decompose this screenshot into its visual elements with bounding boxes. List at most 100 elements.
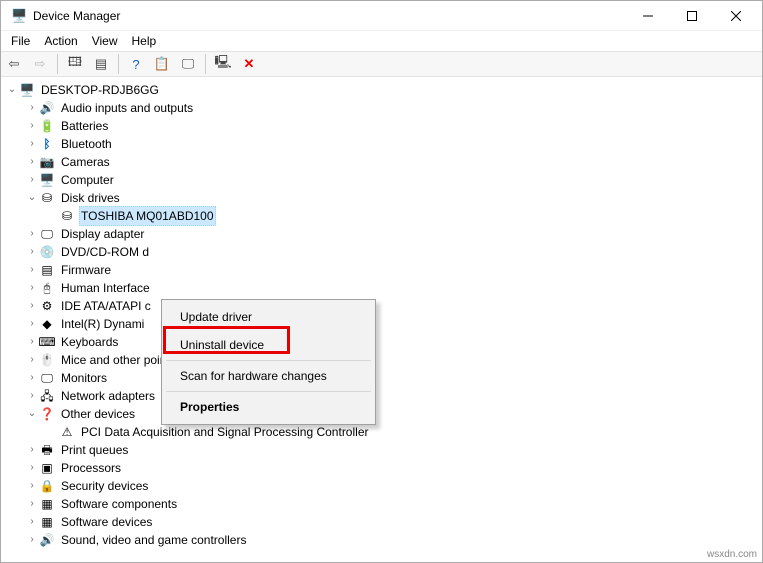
category-label: DVD/CD-ROM d: [59, 243, 151, 261]
expander-icon[interactable]: ›: [25, 351, 39, 369]
properties-button[interactable]: ▤: [90, 53, 112, 75]
context-uninstall-device[interactable]: Uninstall device: [164, 331, 373, 359]
category-icon: ᛒ: [39, 136, 55, 152]
tree-category[interactable]: › ⌨ Keyboards: [25, 333, 762, 351]
tree-device[interactable]: · ⛁ TOSHIBA MQ01ABD100: [45, 207, 762, 225]
category-label: Computer: [59, 171, 116, 189]
expander-icon[interactable]: ›: [25, 513, 39, 531]
tree-category[interactable]: › 🔊 Audio inputs and outputs: [25, 99, 762, 117]
category-label: Keyboards: [59, 333, 120, 351]
expander-icon[interactable]: ›: [25, 153, 39, 171]
expander-icon[interactable]: ›: [25, 171, 39, 189]
expander-icon[interactable]: ›: [25, 297, 39, 315]
minimize-button[interactable]: [626, 1, 670, 31]
category-label: Monitors: [59, 369, 109, 387]
computer-add-icon: 🖳: [214, 53, 231, 75]
tree-category[interactable]: › ▦ Software components: [25, 495, 762, 513]
expander-icon[interactable]: ›: [25, 495, 39, 513]
maximize-button[interactable]: [670, 1, 714, 31]
tree-category[interactable]: › ⚙ IDE ATA/ATAPI c: [25, 297, 762, 315]
computer-icon: 🖥️: [19, 82, 35, 98]
toolbar-separator: [205, 54, 206, 74]
close-button[interactable]: [714, 1, 758, 31]
context-properties[interactable]: Properties: [164, 393, 373, 421]
expander-icon[interactable]: ›: [25, 243, 39, 261]
tree-category[interactable]: › 🖰 Human Interface: [25, 279, 762, 297]
tree-category[interactable]: › 💿 DVD/CD-ROM d: [25, 243, 762, 261]
expander-icon[interactable]: ⌄: [25, 405, 39, 423]
window-title: Device Manager: [33, 9, 626, 23]
expander-icon[interactable]: ›: [25, 225, 39, 243]
show-hidden-button[interactable]: 🖽: [64, 53, 86, 75]
tree-category[interactable]: ⌄ ⛁ Disk drives: [25, 189, 762, 207]
back-button[interactable]: ⇦: [3, 53, 25, 75]
expander-icon[interactable]: ›: [25, 279, 39, 297]
expander-icon[interactable]: ⌄: [5, 81, 19, 99]
expander-icon[interactable]: ›: [25, 315, 39, 333]
tree-category[interactable]: › 🔒 Security devices: [25, 477, 762, 495]
app-icon: 🖥️: [11, 8, 27, 24]
scan-button[interactable]: 🖵: [177, 53, 199, 75]
action-button[interactable]: 📋: [151, 53, 173, 75]
category-label: Software components: [59, 495, 179, 513]
menu-action[interactable]: Action: [38, 32, 83, 50]
expander-icon[interactable]: ›: [25, 99, 39, 117]
tree-category[interactable]: › 🖱️ Mice and other pointing devices: [25, 351, 762, 369]
expander-icon[interactable]: ›: [25, 135, 39, 153]
expander-icon[interactable]: ›: [25, 369, 39, 387]
help-button[interactable]: ?: [125, 53, 147, 75]
tree-category[interactable]: › 🖧 Network adapters: [25, 387, 762, 405]
menu-view[interactable]: View: [86, 32, 124, 50]
tree-category[interactable]: › 🖵 Monitors: [25, 369, 762, 387]
context-scan-hardware[interactable]: Scan for hardware changes: [164, 362, 373, 390]
tree-category[interactable]: ⌄ ❓ Other devices: [25, 405, 762, 423]
toolbar-separator: [118, 54, 119, 74]
category-label: Sound, video and game controllers: [59, 531, 248, 549]
delete-button[interactable]: ✕: [238, 53, 260, 75]
tree-category[interactable]: › ᛒ Bluetooth: [25, 135, 762, 153]
tree-category[interactable]: › ▤ Firmware: [25, 261, 762, 279]
properties-icon: ▤: [95, 56, 107, 72]
expander-icon[interactable]: ›: [25, 387, 39, 405]
expander-icon[interactable]: ⌄: [25, 189, 39, 207]
tree-category[interactable]: › 🖵 Display adapter: [25, 225, 762, 243]
expander-icon[interactable]: ›: [25, 333, 39, 351]
add-button[interactable]: 🖳: [212, 53, 234, 75]
menu-help[interactable]: Help: [126, 32, 163, 50]
expander-icon[interactable]: ›: [25, 477, 39, 495]
tree-category[interactable]: › ▦ Software devices: [25, 513, 762, 531]
category-icon: 🖶: [39, 442, 55, 458]
category-icon: 🔒: [39, 478, 55, 494]
tree-category[interactable]: › 🔋 Batteries: [25, 117, 762, 135]
tree-category[interactable]: › ▣ Processors: [25, 459, 762, 477]
tree-category[interactable]: › ◆ Intel(R) Dynami: [25, 315, 762, 333]
category-icon: 🖵: [39, 370, 55, 386]
expander-icon[interactable]: ›: [25, 441, 39, 459]
tree-category[interactable]: › 🖥️ Computer: [25, 171, 762, 189]
menu-file[interactable]: File: [5, 32, 36, 50]
tree-category[interactable]: › 🔊 Sound, video and game controllers: [25, 531, 762, 549]
device-label: PCI Data Acquisition and Signal Processi…: [79, 423, 370, 441]
tree-category[interactable]: › 📷 Cameras: [25, 153, 762, 171]
maximize-icon: [687, 11, 697, 21]
tree-category[interactable]: › 🖶 Print queues: [25, 441, 762, 459]
expander-icon[interactable]: ›: [25, 117, 39, 135]
tree-device[interactable]: · ⚠ PCI Data Acquisition and Signal Proc…: [45, 423, 762, 441]
device-tree-panel[interactable]: ⌄ 🖥️ DESKTOP-RDJB6GG › 🔊 Audio inputs an…: [1, 77, 762, 562]
context-update-driver[interactable]: Update driver: [164, 303, 373, 331]
category-label: Processors: [59, 459, 123, 477]
expander-icon[interactable]: ›: [25, 459, 39, 477]
category-label: Display adapter: [59, 225, 146, 243]
category-icon: ▦: [39, 496, 55, 512]
expander-icon[interactable]: ›: [25, 531, 39, 549]
watermark: wsxdn.com: [707, 549, 757, 560]
expander-icon[interactable]: ›: [25, 261, 39, 279]
forward-button[interactable]: ⇨: [29, 53, 51, 75]
category-label: Network adapters: [59, 387, 157, 405]
category-icon: ⌨: [39, 334, 55, 350]
forward-arrow-icon: ⇨: [35, 56, 46, 72]
category-icon: ▤: [39, 262, 55, 278]
category-label: Print queues: [59, 441, 130, 459]
category-icon: 🖧: [39, 388, 55, 404]
tree-root-node[interactable]: ⌄ 🖥️ DESKTOP-RDJB6GG: [5, 81, 762, 99]
